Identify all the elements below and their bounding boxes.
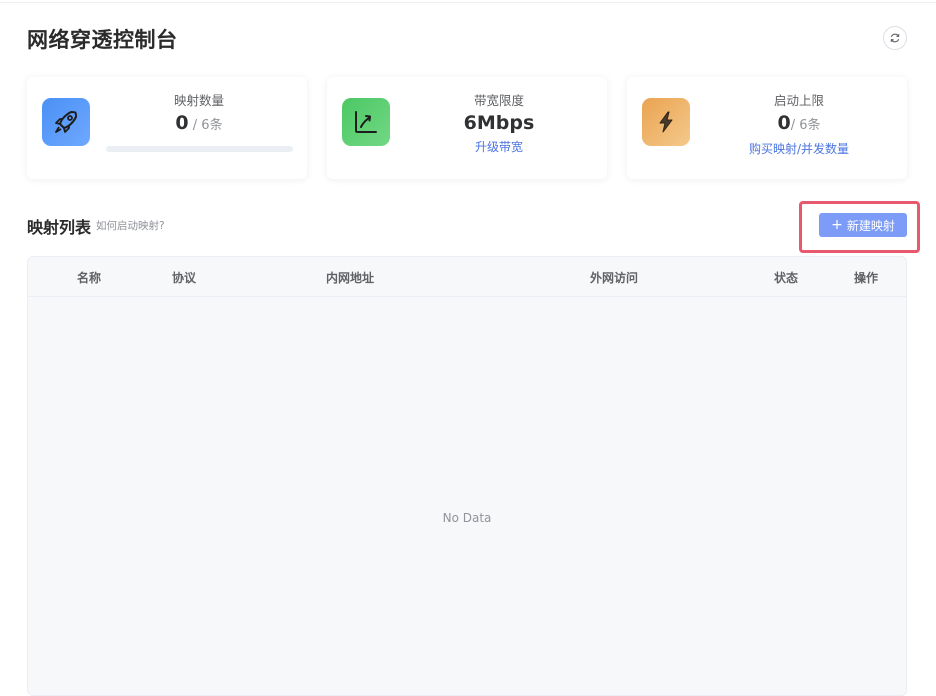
bandwidth-icon-box (342, 98, 390, 146)
stat-card-bandwidth: 带宽限度 6Mbps 升级带宽 (327, 77, 607, 179)
mapping-table: 名称 协议 内网地址 外网访问 状态 操作 No Data (27, 256, 907, 696)
mapping-list-title: 映射列表 (27, 218, 92, 237)
how-to-start-link[interactable]: 如何启动映射? (96, 218, 165, 233)
column-public-access: 外网访问 (589, 271, 639, 285)
stat-card-launch: 启动上限 0/ 6条 购买映射/并发数量 (627, 77, 907, 179)
mappings-total: / 6条 (188, 118, 223, 133)
bandwidth-value: 6Mbps (463, 112, 535, 134)
chart-trend-icon (355, 111, 377, 133)
bandwidth-label: 带宽限度 (473, 93, 524, 108)
top-divider (0, 2, 936, 3)
mappings-label: 映射数量 (173, 93, 224, 108)
empty-state-text: No Data (442, 511, 492, 525)
new-mapping-label: 新建映射 (846, 218, 895, 233)
bandwidth-value-row: 6Mbps (405, 112, 593, 135)
launch-icon-box (642, 98, 690, 146)
mappings-count: 0 (175, 112, 189, 134)
mappings-progress-bar (105, 146, 293, 152)
stat-card-mappings: 映射数量 0 / 6条 (27, 77, 307, 179)
mappings-icon-box (42, 98, 90, 146)
rocket-icon (55, 111, 77, 133)
mappings-value-row: 0 / 6条 (105, 112, 293, 137)
refresh-button[interactable] (883, 26, 907, 50)
new-mapping-button[interactable]: + 新建映射 (819, 213, 907, 237)
column-name: 名称 (76, 271, 102, 285)
buy-mapping-link[interactable]: 购买映射/并发数量 (705, 141, 893, 157)
column-actions: 操作 (853, 271, 879, 285)
column-local-address: 内网地址 (325, 271, 375, 285)
lightning-icon (659, 111, 673, 133)
launch-count: 0 (777, 112, 791, 134)
column-protocol: 协议 (171, 271, 197, 285)
launch-label: 启动上限 (773, 93, 824, 108)
refresh-icon (890, 33, 900, 43)
launch-total: / 6条 (790, 118, 821, 133)
plus-icon: + (831, 217, 843, 233)
column-status: 状态 (773, 271, 799, 285)
launch-value-row: 0/ 6条 (705, 112, 893, 137)
bandwidth-info: 带宽限度 6Mbps 升级带宽 (405, 93, 593, 155)
mappings-info: 映射数量 0 / 6条 (105, 93, 293, 152)
table-header: 名称 协议 内网地址 外网访问 状态 操作 (28, 257, 906, 297)
launch-info: 启动上限 0/ 6条 购买映射/并发数量 (705, 93, 893, 157)
page-title: 网络穿透控制台 (27, 28, 178, 52)
upgrade-bandwidth-link[interactable]: 升级带宽 (405, 139, 593, 155)
